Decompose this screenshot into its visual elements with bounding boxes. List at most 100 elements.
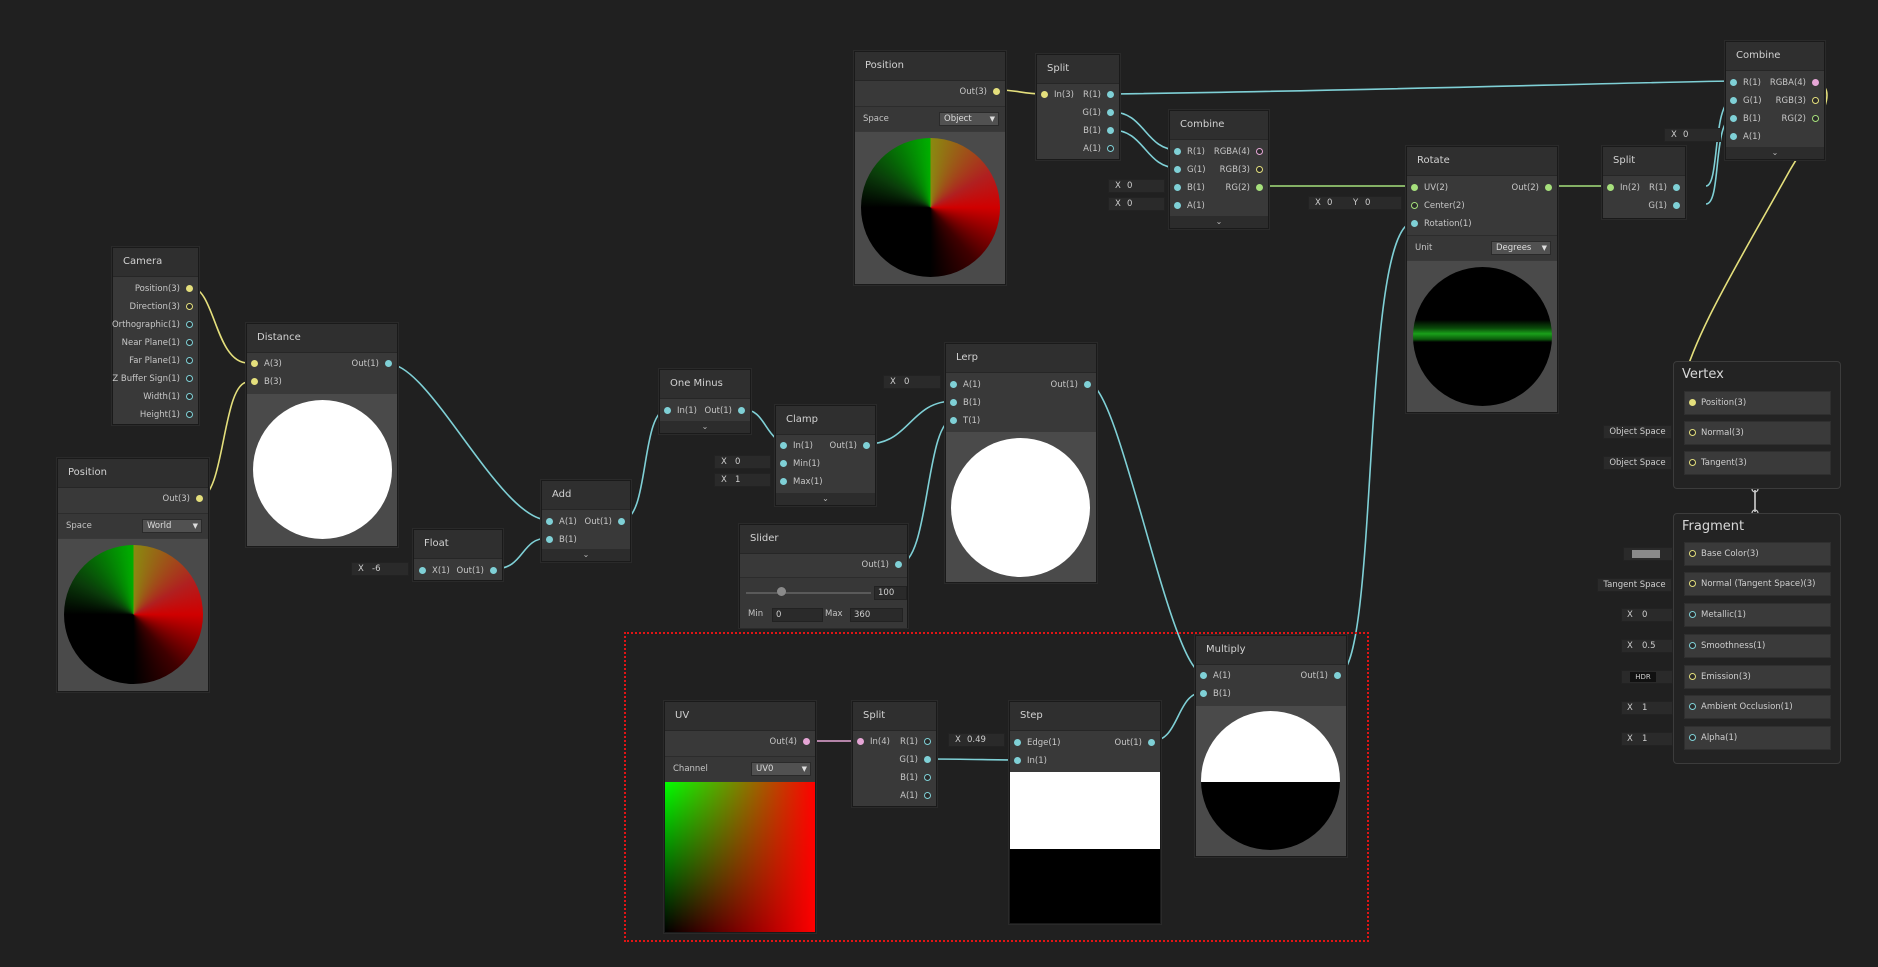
vertex-normal-row[interactable]: Normal(3) [1684, 421, 1831, 445]
port-dot[interactable] [1411, 184, 1418, 191]
port-dot[interactable] [1256, 166, 1263, 173]
port-dot[interactable] [546, 518, 553, 525]
fragment-smoothness-row[interactable]: Smoothness(1) [1684, 634, 1831, 658]
port-dot[interactable] [950, 417, 957, 424]
one-minus-node[interactable]: One Minus In(1) Out(1) ⌄ [659, 369, 751, 434]
port-dot[interactable] [385, 360, 392, 367]
port-dot[interactable] [618, 518, 625, 525]
port-dot[interactable] [1041, 91, 1048, 98]
position-world-node[interactable]: Position Out(3) Space World ▼ [57, 458, 209, 692]
port-dot[interactable] [895, 561, 902, 568]
clamp-min-field[interactable]: X 0 [714, 455, 771, 469]
add-node[interactable]: Add A(1) B(1) Out(1) ⌄ [541, 480, 631, 562]
port-dot[interactable] [1084, 381, 1091, 388]
port-dot[interactable] [1107, 127, 1114, 134]
port-dot[interactable] [780, 478, 787, 485]
collapse-chevron-icon[interactable]: ⌄ [776, 493, 875, 505]
vertex-tangent-space[interactable]: Object Space [1603, 456, 1672, 470]
metallic-field[interactable]: X0 [1621, 608, 1673, 622]
split-top-node[interactable]: Split In(3) R(1) G(1) B(1) A(1) [1036, 54, 1120, 160]
port-dot[interactable] [251, 360, 258, 367]
collapse-chevron-icon[interactable]: ⌄ [1170, 216, 1268, 228]
port-dot[interactable] [186, 411, 193, 418]
port-dot[interactable] [1256, 184, 1263, 191]
ao-field[interactable]: X1 [1621, 701, 1673, 715]
distance-node[interactable]: Distance A(3) B(3) Out(1) [246, 323, 398, 547]
port-dot[interactable] [1689, 580, 1696, 587]
fragment-alpha-row[interactable]: Alpha(1) [1684, 726, 1831, 750]
slider-value-field[interactable]: 100 [874, 586, 907, 600]
port-dot[interactable] [950, 381, 957, 388]
port-dot[interactable] [1730, 115, 1737, 122]
smoothness-field[interactable]: X 0.5 [1621, 639, 1673, 653]
fragment-ao-row[interactable]: Ambient Occlusion(1) [1684, 695, 1831, 719]
port-dot[interactable] [738, 407, 745, 414]
lerp-a-field[interactable]: X 0 [883, 375, 941, 389]
port-dot[interactable] [1411, 202, 1418, 209]
port-dot[interactable] [1107, 91, 1114, 98]
port-dot[interactable] [1812, 115, 1819, 122]
rotate-node[interactable]: Rotate UV(2) Center(2) Rotation(1) Out(2… [1406, 146, 1558, 413]
fragment-metallic-row[interactable]: Metallic(1) [1684, 603, 1831, 627]
port-dot[interactable] [664, 407, 671, 414]
max-field[interactable]: 360 [850, 608, 903, 622]
fragment-emission-row[interactable]: Emission(3) [1684, 665, 1831, 689]
vertex-block[interactable]: Vertex Position(3) Normal(3) Tangent(3) [1673, 361, 1841, 489]
fragment-basecolor-row[interactable]: Base Color(3) [1684, 542, 1831, 566]
collapse-chevron-icon[interactable]: ⌄ [1726, 147, 1824, 159]
port-dot[interactable] [1545, 184, 1552, 191]
port-dot[interactable] [186, 303, 193, 310]
port-dot[interactable] [1256, 148, 1263, 155]
port-dot[interactable] [1174, 184, 1181, 191]
port-dot[interactable] [186, 339, 193, 346]
vertex-normal-space[interactable]: Object Space [1603, 425, 1672, 439]
port-dot[interactable] [1411, 220, 1418, 227]
port-dot[interactable] [1812, 97, 1819, 104]
port-dot[interactable] [1174, 148, 1181, 155]
rotate-center-field[interactable]: X 0 Y 0 [1308, 196, 1402, 210]
combine-mid-node[interactable]: Combine R(1) G(1) B(1) A(1) RGBA(4) RGB(… [1169, 110, 1269, 229]
port-dot[interactable] [863, 442, 870, 449]
vertex-tangent-row[interactable]: Tangent(3) [1684, 451, 1831, 475]
combine-mid-a-field[interactable]: X 0 [1108, 197, 1165, 211]
unit-dropdown[interactable]: Degrees ▼ [1491, 241, 1551, 255]
port-dot[interactable] [1689, 703, 1696, 710]
port-dot[interactable] [1812, 79, 1819, 86]
port-dot[interactable] [546, 536, 553, 543]
vertex-position-row[interactable]: Position(3) [1684, 391, 1831, 415]
port-dot[interactable] [1107, 145, 1114, 152]
emission-hdr-field[interactable]: HDR [1621, 670, 1673, 684]
basecolor-swatch-field[interactable] [1623, 547, 1673, 561]
port-dot[interactable] [186, 285, 193, 292]
port-dot[interactable] [1673, 202, 1680, 209]
port-dot[interactable] [1730, 79, 1737, 86]
port-dot[interactable] [1689, 399, 1696, 406]
min-field[interactable]: 0 [772, 608, 823, 622]
slider-track[interactable] [746, 592, 871, 594]
port-dot[interactable] [780, 442, 787, 449]
clamp-node[interactable]: Clamp In(1) Min(1) Max(1) Out(1) ⌄ [775, 405, 876, 506]
fragment-block[interactable]: Fragment Base Color(3) Normal (Tangent S… [1673, 513, 1841, 764]
port-dot[interactable] [1689, 734, 1696, 741]
float-node[interactable]: Float X(1) Out(1) [413, 529, 503, 581]
port-dot[interactable] [186, 321, 193, 328]
port-dot[interactable] [993, 88, 1000, 95]
fragment-normal-space[interactable]: Tangent Space [1597, 578, 1672, 592]
lerp-node[interactable]: Lerp A(1) B(1) T(1) Out(1) [945, 343, 1097, 583]
camera-node[interactable]: Camera Position(3) Direction(3) Orthogra… [112, 247, 199, 425]
color-swatch[interactable] [1632, 550, 1660, 558]
combine-right-node[interactable]: Combine R(1) G(1) B(1) A(1) RGBA(4) RGB(… [1725, 41, 1825, 160]
port-dot[interactable] [186, 375, 193, 382]
port-dot[interactable] [1673, 184, 1680, 191]
port-dot[interactable] [1689, 642, 1696, 649]
space-dropdown[interactable]: World ▼ [142, 519, 202, 533]
port-dot[interactable] [1107, 109, 1114, 116]
fragment-normal-row[interactable]: Normal (Tangent Space)(3) [1684, 572, 1831, 596]
port-dot[interactable] [251, 378, 258, 385]
slider-thumb[interactable] [777, 587, 786, 596]
combine-mid-b-field[interactable]: X 0 [1108, 179, 1165, 193]
collapse-chevron-icon[interactable]: ⌄ [660, 421, 750, 433]
collapse-chevron-icon[interactable]: ⌄ [542, 549, 630, 561]
port-dot[interactable] [1730, 97, 1737, 104]
float-x-field[interactable]: X -6 [351, 562, 409, 576]
